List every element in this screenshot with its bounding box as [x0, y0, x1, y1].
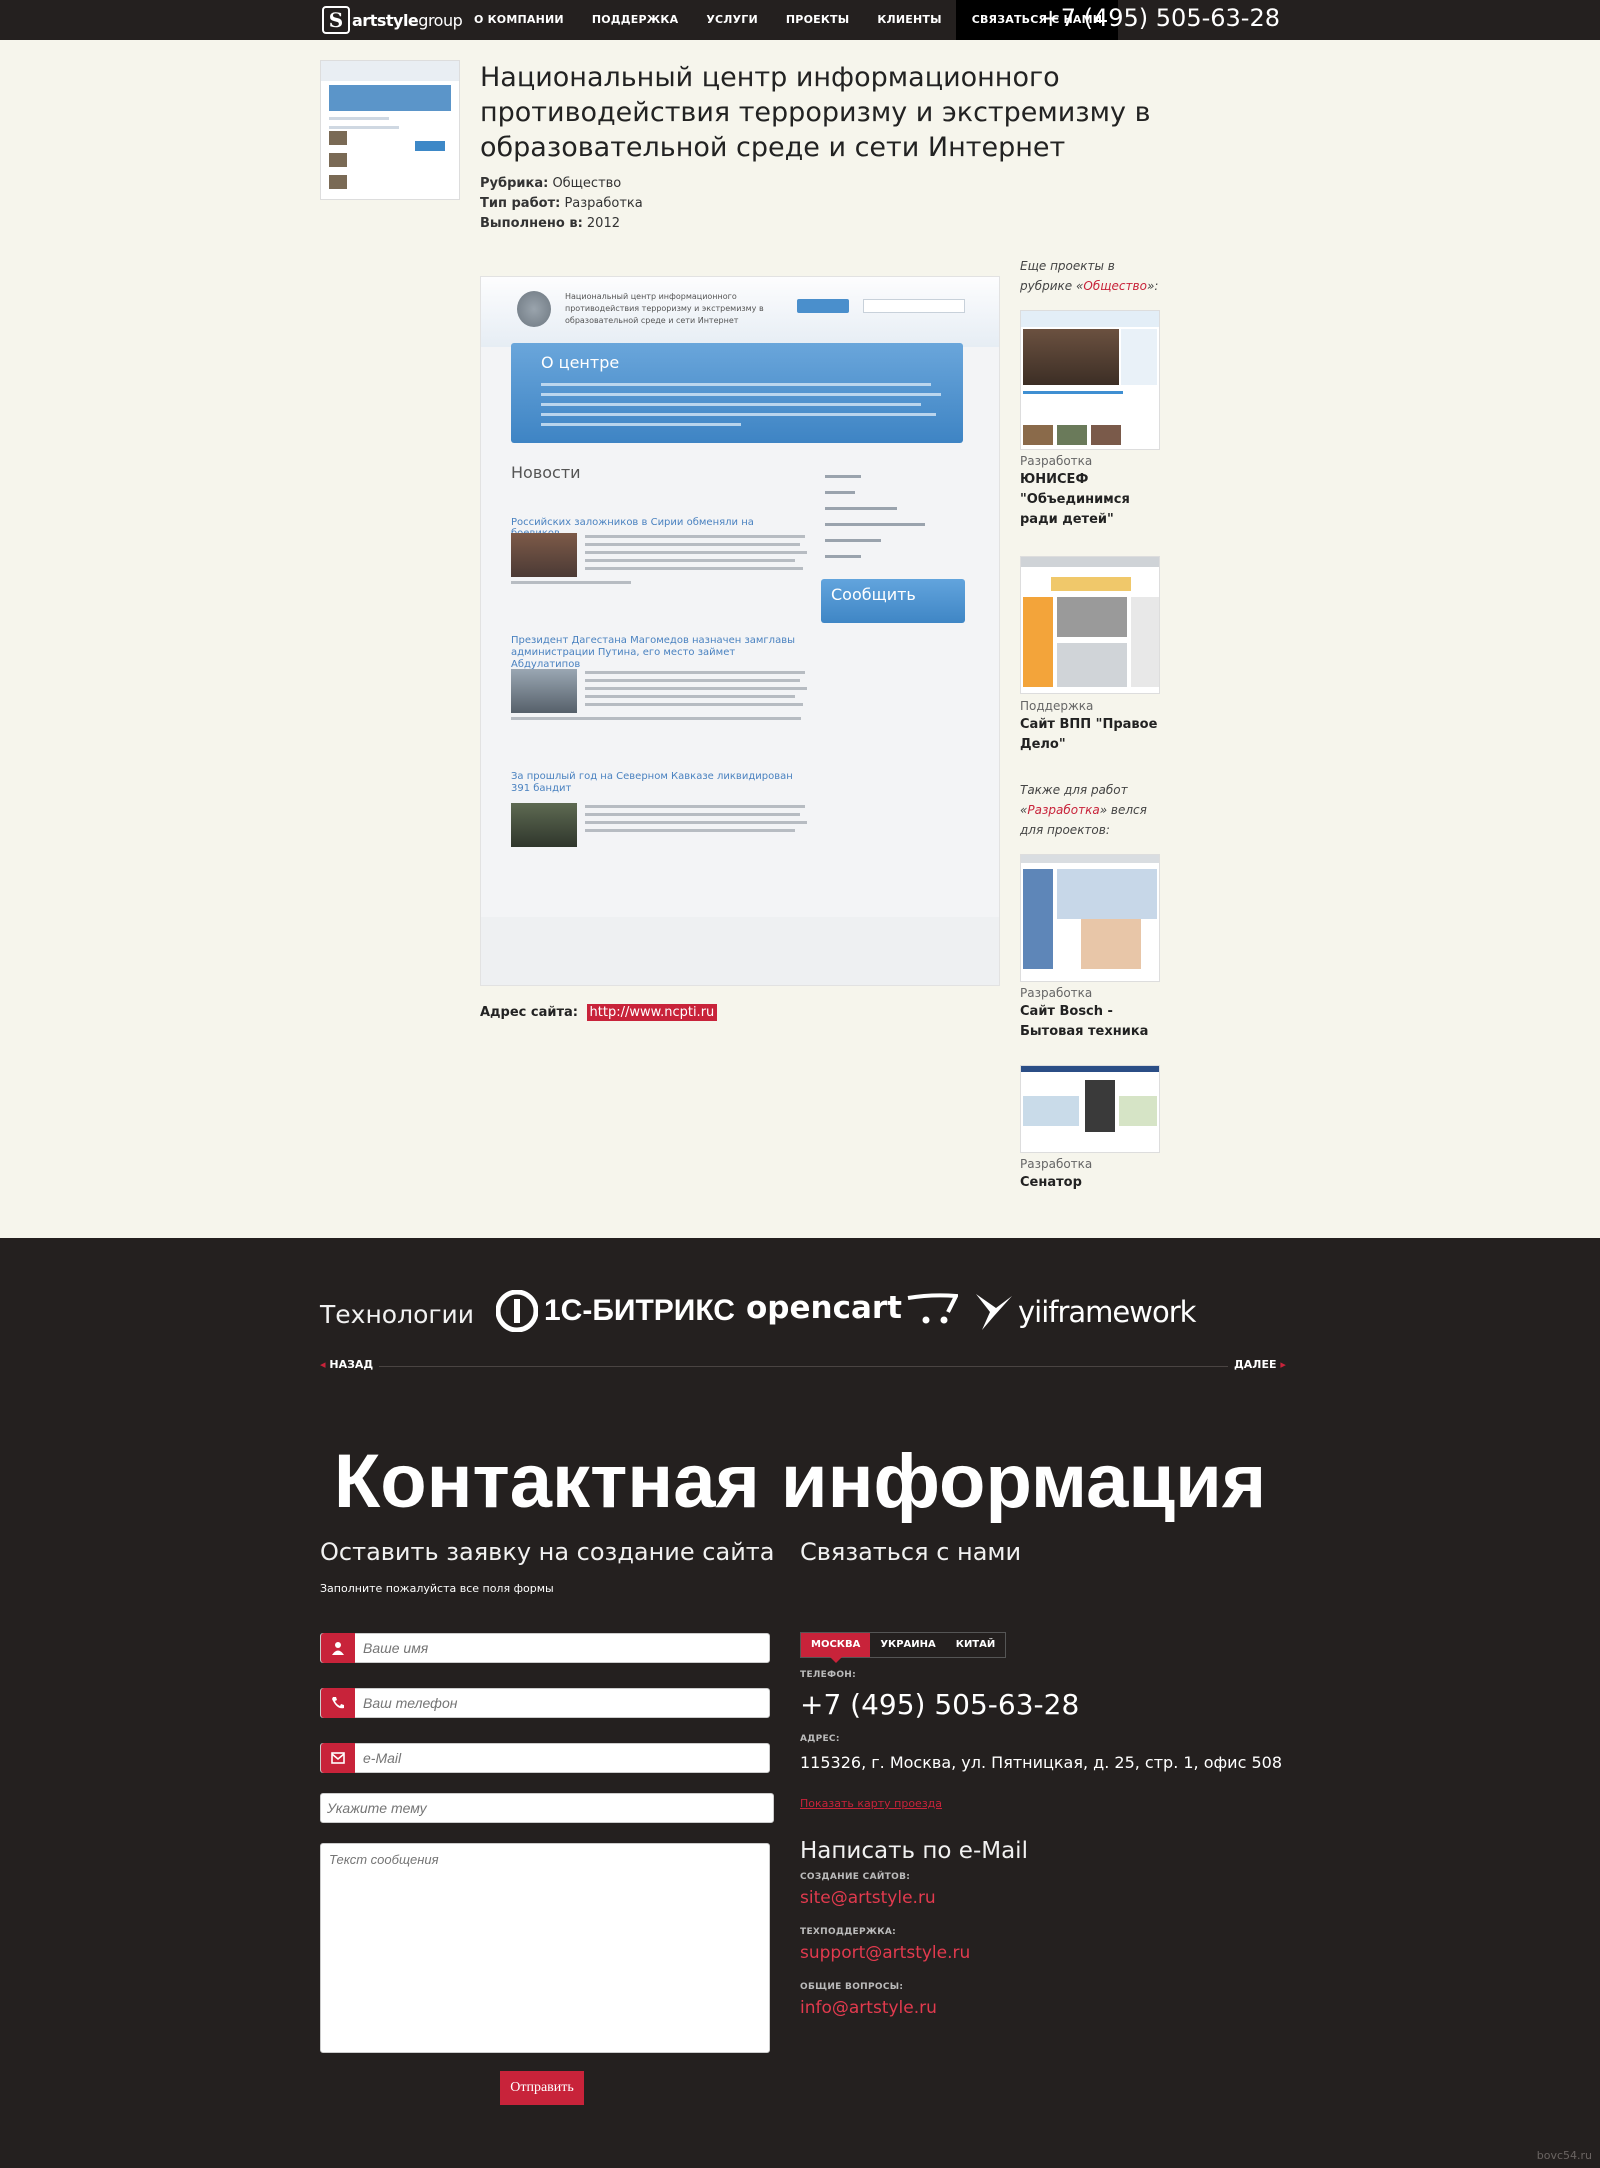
tab-moscow[interactable]: МОСКВА: [801, 1633, 871, 1663]
rubric-link[interactable]: Общество: [1083, 279, 1147, 293]
top-navbar: S artstylegroup О КОМПАНИИ ПОДДЕРЖКА УСЛ…: [0, 0, 1600, 40]
nav-item-services[interactable]: УСЛУГИ: [692, 0, 772, 40]
shot-report-button: Сообщить: [821, 579, 965, 623]
phone-input[interactable]: [355, 1689, 769, 1717]
project-title: Национальный центр информационного проти…: [480, 62, 1151, 163]
shot-news-heading: Новости: [511, 463, 581, 482]
cart-icon: [907, 1293, 958, 1324]
email-label-support: ТЕХПОДДЕРЖКА:: [800, 1927, 897, 1937]
nav-divider: [320, 1366, 1280, 1367]
map-link[interactable]: Показать карту проезда: [800, 1797, 942, 1810]
project-thumb-bosch[interactable]: [1020, 854, 1160, 982]
logo-light-text: group: [418, 10, 463, 30]
project-screenshot: Национальный центр информационного проти…: [480, 276, 1000, 986]
contact-address: 115326, г. Москва, ул. Пятницкая, д. 25,…: [800, 1753, 1282, 1772]
message-textarea[interactable]: [320, 1843, 770, 2053]
name-input[interactable]: [355, 1634, 769, 1662]
project-thumb-senator[interactable]: [1020, 1065, 1160, 1153]
email-input[interactable]: [355, 1744, 769, 1772]
arrow-left-icon: ◂: [320, 1358, 326, 1371]
contacts-heading: Связаться с нами: [800, 1538, 1022, 1566]
tab-ukraine[interactable]: УКРАИНА: [870, 1633, 945, 1657]
project-thumb-pravoe-delo[interactable]: [1020, 556, 1160, 694]
project-thumbnail[interactable]: [320, 60, 460, 200]
also-for-projects-note: Также для работ «Разработка» велся для п…: [1020, 783, 1147, 837]
email-label-general: ОБЩИЕ ВОПРОСЫ:: [800, 1982, 904, 1992]
name-field: [320, 1633, 770, 1663]
bitrix-icon: [496, 1290, 538, 1332]
meta-rubric: Рубрика: Общество: [480, 176, 622, 191]
logo-bold-text: artstyle: [352, 10, 419, 30]
site-address: Адрес сайта: http://www.ncpti.ru: [480, 1004, 718, 1021]
logo-s-icon: S: [322, 6, 350, 34]
city-tabs: МОСКВА УКРАИНА КИТАЙ: [800, 1632, 1007, 1663]
project-link-pravoe-delo[interactable]: Сайт ВПП "Правое Дело": [1020, 715, 1160, 755]
shot-org-title: Национальный центр информационного проти…: [565, 292, 764, 325]
project-link-senator[interactable]: Сенатор: [1020, 1173, 1160, 1193]
meta-year: Выполнено в: 2012: [480, 216, 620, 231]
subject-input[interactable]: [321, 1794, 773, 1822]
email-link-general[interactable]: info@artstyle.ru: [800, 1998, 937, 2018]
project-link-bosch[interactable]: Сайт Bosch - Бытовая техника: [1020, 1002, 1160, 1042]
nav-item-support[interactable]: ПОДДЕРЖКА: [578, 0, 693, 40]
shot-headline-3: За прошлый год на Северном Кавказе ликви…: [511, 771, 793, 794]
request-form-heading: Оставить заявку на создание сайта: [320, 1538, 775, 1566]
site-url-link[interactable]: http://www.ncpti.ru: [586, 1004, 718, 1021]
email-heading: Написать по e-Mail: [800, 1838, 1028, 1864]
rubric-value: Общество: [552, 176, 622, 191]
opencart-logo[interactable]: opencart: [746, 1290, 958, 1326]
project-category: Разработка: [1020, 986, 1093, 1000]
technologies-heading: Технологии: [320, 1300, 474, 1329]
bitrix-logo[interactable]: 1С-БИТРИКС: [496, 1290, 735, 1332]
phone-label: ТЕЛЕФОН:: [800, 1670, 857, 1680]
main-nav: О КОМПАНИИ ПОДДЕРЖКА УСЛУГИ ПРОЕКТЫ КЛИЕ…: [460, 0, 1119, 40]
project-category: Разработка: [1020, 1157, 1093, 1171]
submit-button[interactable]: Отправить: [500, 2071, 584, 2105]
envelope-icon: [321, 1743, 355, 1773]
form-hint: Заполните пожалуйста все поля формы: [320, 1582, 554, 1595]
email-label-sites: СОЗДАНИЕ САЙТОВ:: [800, 1872, 911, 1882]
type-value: Разработка: [564, 196, 643, 211]
work-type-link[interactable]: Разработка: [1027, 803, 1099, 817]
address-label: АДРЕС:: [800, 1734, 840, 1744]
yii-icon: [976, 1294, 1012, 1330]
user-icon: [321, 1633, 355, 1663]
shot-headline-2: Президент Дагестана Магомедов назначен з…: [511, 635, 795, 670]
prev-button[interactable]: ◂ НАЗАД: [314, 1358, 380, 1371]
yii-logo[interactable]: yiiframework: [974, 1290, 1196, 1334]
year-value: 2012: [586, 216, 620, 231]
tab-china[interactable]: КИТАЙ: [946, 1633, 1005, 1657]
contact-heading: Контактная информация: [333, 1439, 1267, 1524]
nav-item-company[interactable]: О КОМПАНИИ: [460, 0, 578, 40]
project-thumb-unicef[interactable]: [1020, 310, 1160, 450]
meta-type: Тип работ: Разработка: [480, 196, 643, 211]
email-link-support[interactable]: support@artstyle.ru: [800, 1943, 970, 1963]
next-button[interactable]: ДАЛЕЕ ▸: [1228, 1358, 1292, 1371]
project-category: Поддержка: [1020, 699, 1094, 713]
watermark: bovc54.ru: [1536, 2149, 1592, 2162]
arrow-right-icon: ▸: [1280, 1358, 1286, 1371]
more-in-rubric-note: Еще проекты в рубрике «Общество»:: [1020, 259, 1159, 293]
project-category: Разработка: [1020, 454, 1093, 468]
project-link-unicef[interactable]: ЮНИСЕФ "Объединимся ради детей": [1020, 470, 1160, 530]
nav-item-projects[interactable]: ПРОЕКТЫ: [772, 0, 863, 40]
footer: Технологии 1С-БИТРИКС opencart yiiframew…: [0, 1238, 1600, 2168]
email-link-sites[interactable]: site@artstyle.ru: [800, 1888, 936, 1908]
emblem-icon: [517, 291, 551, 327]
email-field: [320, 1743, 770, 1773]
phone-icon: [321, 1688, 355, 1718]
shot-about-heading: О центре: [541, 353, 620, 372]
subject-field: [320, 1793, 774, 1823]
contact-phone: +7 (495) 505-63-28: [800, 1688, 1080, 1721]
header-phone: +7 (495) 505-63-28: [1040, 4, 1280, 32]
site-logo[interactable]: S artstylegroup: [322, 6, 463, 34]
nav-item-clients[interactable]: КЛИЕНТЫ: [863, 0, 955, 40]
phone-field: [320, 1688, 770, 1718]
